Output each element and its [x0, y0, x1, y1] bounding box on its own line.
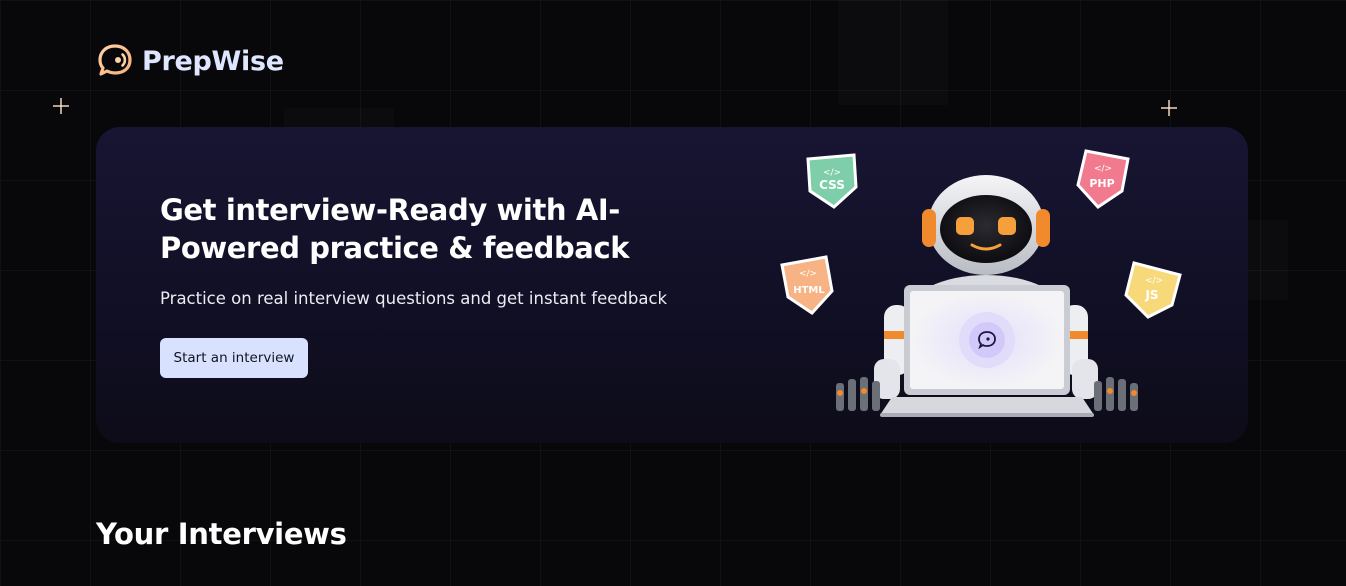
svg-text:</>: </> [823, 168, 841, 178]
svg-text:</>: </> [799, 269, 817, 279]
svg-text:</>: </> [1145, 276, 1163, 286]
laptop-icon [880, 285, 1094, 417]
sparkle-icon [53, 98, 69, 114]
svg-text:CSS: CSS [819, 178, 845, 192]
robot-illustration: </> CSS </> PHP </> HTML </> JS [780, 149, 1182, 417]
hero-banner: Get interview-Ready with AI-Powered prac… [96, 127, 1248, 443]
navbar: PrepWise [96, 42, 284, 80]
svg-text:</>: </> [1094, 164, 1112, 174]
robot-hand-left-icon [836, 377, 880, 411]
hero-title: Get interview-Ready with AI-Powered prac… [160, 193, 630, 265]
section-title-your-interviews: Your Interviews [96, 517, 347, 551]
background-tile [1248, 220, 1288, 300]
brand-name[interactable]: PrepWise [142, 46, 284, 77]
start-interview-button[interactable]: Start an interview [160, 338, 308, 378]
background-tile [284, 108, 394, 128]
badge-js-icon: </> JS [1124, 261, 1182, 319]
background-tile [838, 0, 948, 105]
svg-text:JS: JS [1144, 288, 1158, 302]
svg-text:PHP: PHP [1089, 177, 1114, 190]
badge-html-icon: </> HTML [780, 255, 834, 315]
badge-php-icon: </> PHP [1076, 149, 1130, 209]
badge-css-icon: </> CSS [806, 153, 858, 209]
svg-text:HTML: HTML [793, 285, 825, 296]
sparkle-icon [1161, 100, 1177, 116]
chat-bubble-icon[interactable] [96, 42, 134, 80]
hero-subtitle: Practice on real interview questions and… [160, 289, 668, 308]
robot-hand-right-icon [1094, 377, 1138, 411]
robot-head-icon [922, 175, 1050, 275]
